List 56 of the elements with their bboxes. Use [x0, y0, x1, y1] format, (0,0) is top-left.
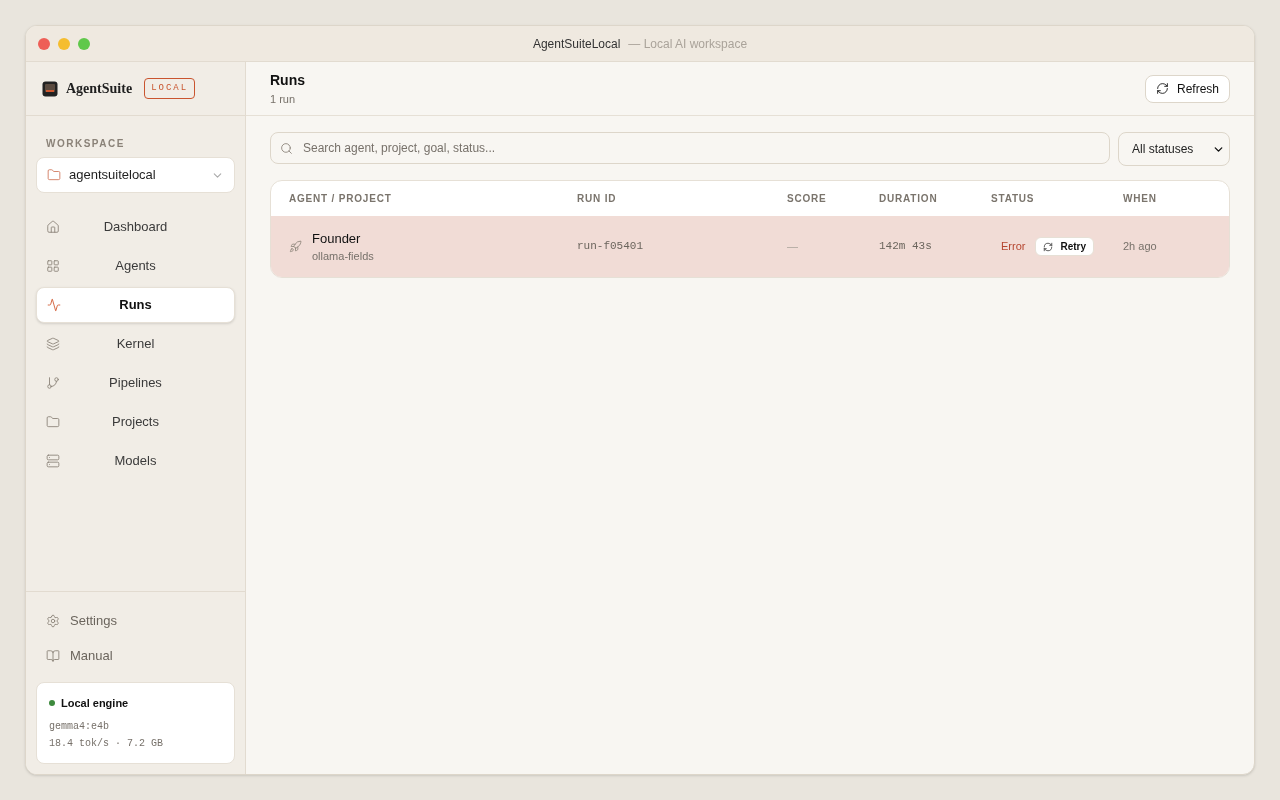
- sidebar-link[interactable]: Manual: [36, 638, 235, 674]
- engine-stats: 18.4 tok/s · 7.2 GB: [49, 737, 164, 751]
- grid-icon: [46, 259, 60, 273]
- folder-icon: [47, 168, 61, 182]
- settings-icon: [46, 614, 60, 628]
- local-badge: LOCAL: [144, 77, 196, 100]
- engine-title: Local engine: [61, 695, 129, 711]
- brand-name: AgentSuite: [66, 80, 133, 98]
- sidebar-link[interactable]: Settings: [36, 603, 235, 639]
- status-text: Error: [1001, 239, 1026, 255]
- retry-button[interactable]: Retry: [1035, 237, 1095, 256]
- window-subtitle: — Local AI workspace: [628, 35, 748, 53]
- refresh-icon: [1155, 82, 1169, 95]
- agent-name: Founder: [312, 229, 361, 248]
- status-filter[interactable]: All statuses: [1118, 132, 1230, 166]
- column-header: STATUS: [991, 192, 1035, 206]
- search-field[interactable]: Search agent, project, goal, status...: [270, 132, 1110, 164]
- close-button[interactable]: [38, 37, 50, 50]
- sidebar-item[interactable]: Dashboard: [36, 209, 235, 245]
- zoom-button[interactable]: [78, 37, 90, 50]
- page-title: Runs: [270, 70, 305, 90]
- duration: 142m 43s: [879, 239, 932, 255]
- sidebar-item[interactable]: Runs: [36, 287, 235, 323]
- workspace-select[interactable]: agentsuitelocal: [36, 157, 235, 193]
- time-ago: 2h ago: [1123, 239, 1157, 255]
- column-header: WHEN: [1123, 192, 1157, 206]
- column-header: AGENT / PROJECT: [289, 192, 392, 206]
- engine-model: gemma4:e4b: [49, 720, 109, 734]
- sidebar-item[interactable]: Projects: [36, 404, 235, 440]
- refresh-icon: [1043, 241, 1054, 252]
- table-row[interactable]: Founder ollama-fields run-f05401 — 142m 43s Error Retry 2h ago: [271, 216, 1229, 277]
- column-header: RUN ID: [577, 192, 617, 206]
- refresh-button[interactable]: Refresh: [1144, 74, 1230, 103]
- layers-icon: [46, 337, 60, 351]
- pulse-icon: [47, 298, 61, 312]
- window-title: AgentSuiteLocal: [532, 35, 621, 53]
- sidebar-item[interactable]: Agents: [36, 248, 235, 284]
- rocket-icon: [289, 240, 302, 253]
- logo-icon: [42, 80, 58, 97]
- sidebar-item[interactable]: Kernel: [36, 326, 235, 362]
- book-icon: [46, 649, 60, 663]
- column-header: SCORE: [787, 192, 827, 206]
- section-label: WORKSPACE: [45, 137, 126, 151]
- run-id: run-f05401: [577, 239, 643, 255]
- folder-icon: [46, 415, 60, 429]
- minimize-button[interactable]: [58, 37, 70, 50]
- sidebar-item[interactable]: Models: [36, 443, 235, 479]
- sidebar-item[interactable]: Pipelines: [36, 365, 235, 401]
- search-icon: [280, 142, 293, 155]
- server-icon: [46, 454, 60, 468]
- column-header: DURATION: [879, 192, 938, 206]
- project-name: ollama-fields: [312, 249, 374, 264]
- score: —: [787, 239, 798, 255]
- branch-icon: [46, 376, 60, 390]
- home-icon: [46, 220, 60, 234]
- run-count: 1 run: [270, 91, 296, 107]
